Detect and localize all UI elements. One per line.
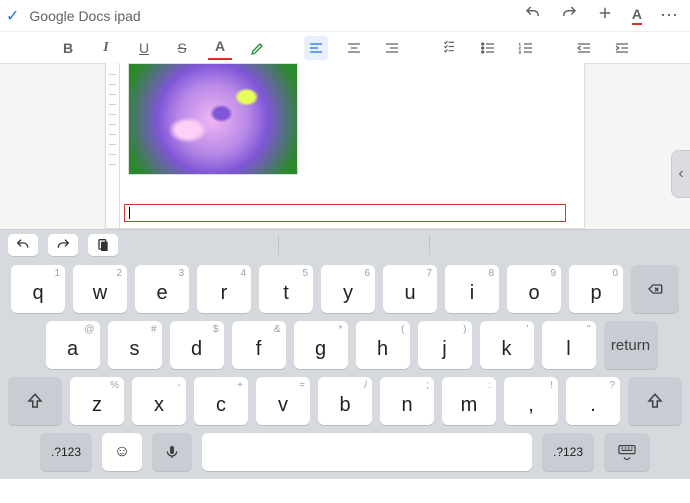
more-menu-icon[interactable]: ⋯ (660, 5, 680, 26)
format-toolbar: B I U S A 123 (0, 32, 690, 64)
key-j[interactable]: )j (418, 321, 472, 369)
key-row-2: @a#s$d&f*g(h)j'k"l return (8, 321, 682, 369)
key-p[interactable]: 0p (569, 265, 623, 313)
key-a[interactable]: @a (46, 321, 100, 369)
key-c[interactable]: +c (194, 377, 248, 425)
key-.[interactable]: ?. (566, 377, 620, 425)
key-z[interactable]: %z (70, 377, 124, 425)
align-center-button[interactable] (342, 36, 366, 60)
inserted-image[interactable] (128, 63, 298, 175)
kb-redo-button[interactable] (48, 234, 78, 256)
align-right-button[interactable] (380, 36, 404, 60)
redo-icon[interactable] (560, 4, 578, 27)
return-key[interactable]: return (604, 321, 658, 369)
key-u[interactable]: 7u (383, 265, 437, 313)
text-caret-line[interactable] (124, 204, 566, 222)
italic-button[interactable]: I (94, 36, 118, 60)
text-color-button[interactable]: A (208, 36, 232, 60)
bulleted-list-button[interactable] (476, 36, 500, 60)
strikethrough-button[interactable]: S (170, 36, 194, 60)
key-k[interactable]: 'k (480, 321, 534, 369)
key-e[interactable]: 3e (135, 265, 189, 313)
separator (429, 235, 430, 255)
key-t[interactable]: 5t (259, 265, 313, 313)
key-d[interactable]: $d (170, 321, 224, 369)
key-n[interactable]: ;n (380, 377, 434, 425)
keyboard-accessory-bar (0, 229, 690, 259)
key-r[interactable]: 4r (197, 265, 251, 313)
key-row-3: %z-x+c=v/b;n:m!,?. (8, 377, 682, 425)
mode-key-left[interactable]: .?123 (40, 433, 92, 471)
svg-text:3: 3 (519, 49, 522, 54)
indent-decrease-button[interactable] (572, 36, 596, 60)
space-key[interactable] (202, 433, 532, 471)
topbar-right: A ⋯ (524, 4, 684, 27)
underline-button[interactable]: U (132, 36, 156, 60)
key-g[interactable]: *g (294, 321, 348, 369)
key-x[interactable]: -x (132, 377, 186, 425)
kb-paste-button[interactable] (88, 234, 118, 256)
side-panel-toggle[interactable]: ‹ (671, 150, 690, 198)
numbered-list-button[interactable]: 123 (514, 36, 538, 60)
shift-key-right[interactable] (628, 377, 682, 425)
align-left-button[interactable] (304, 36, 328, 60)
key-w[interactable]: 2w (73, 265, 127, 313)
key-i[interactable]: 8i (445, 265, 499, 313)
shift-key-left[interactable] (8, 377, 62, 425)
key-v[interactable]: =v (256, 377, 310, 425)
add-icon[interactable] (596, 4, 614, 27)
chevron-left-icon: ‹ (678, 165, 683, 183)
dictation-key[interactable] (152, 433, 192, 471)
key-s[interactable]: #s (108, 321, 162, 369)
text-format-icon[interactable]: A (632, 7, 642, 25)
key-y[interactable]: 6y (321, 265, 375, 313)
key-q[interactable]: 1q (11, 265, 65, 313)
key-,[interactable]: !, (504, 377, 558, 425)
bold-button[interactable]: B (56, 36, 80, 60)
vertical-ruler (106, 63, 120, 228)
document-area[interactable] (0, 64, 690, 229)
onscreen-keyboard: 1q2w3e4r5t6y7u8i9o0p @a#s$d&f*g(h)j'k"l … (0, 259, 690, 479)
topbar-left: ✓ Google Docs ipad (6, 6, 141, 26)
mode-key-right[interactable]: .?123 (542, 433, 594, 471)
done-check-icon[interactable]: ✓ (6, 6, 19, 26)
backspace-key[interactable] (631, 265, 679, 313)
indent-increase-button[interactable] (610, 36, 634, 60)
document-page[interactable] (105, 63, 585, 229)
key-b[interactable]: /b (318, 377, 372, 425)
emoji-key[interactable]: ☺ (102, 433, 142, 471)
key-m[interactable]: :m (442, 377, 496, 425)
key-l[interactable]: "l (542, 321, 596, 369)
dismiss-keyboard-key[interactable] (604, 433, 650, 471)
key-row-4: .?123 ☺ .?123 (8, 433, 682, 471)
undo-icon[interactable] (524, 4, 542, 27)
text-caret (129, 207, 130, 219)
key-o[interactable]: 9o (507, 265, 561, 313)
separator (278, 235, 279, 255)
key-f[interactable]: &f (232, 321, 286, 369)
doc-title[interactable]: Google Docs ipad (29, 8, 140, 24)
app-topbar: ✓ Google Docs ipad A ⋯ (0, 0, 690, 32)
key-h[interactable]: (h (356, 321, 410, 369)
highlight-button[interactable] (246, 36, 270, 60)
kb-undo-button[interactable] (8, 234, 38, 256)
key-row-1: 1q2w3e4r5t6y7u8i9o0p (8, 265, 682, 313)
checklist-button[interactable] (438, 36, 462, 60)
